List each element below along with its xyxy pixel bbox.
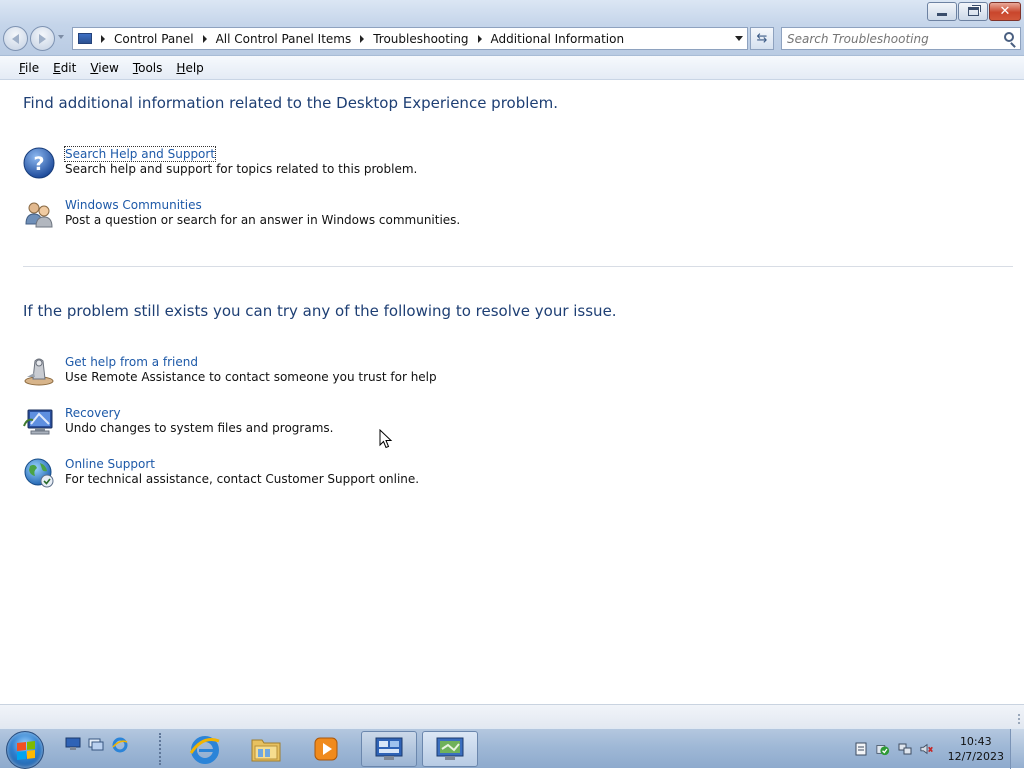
- forward-arrow-icon: [39, 34, 46, 44]
- recent-pages-dropdown[interactable]: [58, 35, 64, 39]
- action-center-flag-icon[interactable]: [854, 742, 868, 756]
- breadcrumb-additional-information[interactable]: Additional Information: [491, 32, 625, 46]
- menu-tools[interactable]: Tools: [126, 61, 170, 75]
- section-divider: [23, 266, 1013, 267]
- online-support-link[interactable]: Online Support: [65, 457, 155, 471]
- task-search-help: ? Search Help and Support Search help an…: [23, 146, 423, 187]
- recovery-icon: [23, 409, 53, 435]
- network-icon[interactable]: [898, 742, 912, 756]
- search-icon[interactable]: [1004, 32, 1014, 42]
- get-help-friend-link[interactable]: Get help from a friend: [65, 355, 198, 369]
- search-help-support-desc: Search help and support for topics relat…: [65, 162, 418, 176]
- online-support-globe-icon: [24, 458, 54, 488]
- close-button[interactable]: ✕: [989, 2, 1021, 21]
- switch-windows-quicklaunch-icon[interactable]: [88, 737, 104, 751]
- chevron-right-icon[interactable]: [101, 34, 105, 43]
- media-player-icon: [314, 737, 338, 761]
- recovery-desc: Undo changes to system files and program…: [65, 421, 334, 435]
- search-input[interactable]: [782, 31, 992, 46]
- search-box[interactable]: [781, 27, 1021, 50]
- menu-file[interactable]: File: [12, 61, 46, 75]
- internet-explorer-icon: [189, 736, 220, 764]
- restore-icon: [967, 7, 979, 16]
- taskbar-windows-explorer[interactable]: [238, 731, 294, 767]
- windows-logo-icon: [17, 741, 35, 760]
- task-windows-communities: Windows Communities Post a question or s…: [23, 198, 460, 238]
- resize-grip[interactable]: [1012, 714, 1020, 724]
- help-question-icon: ?: [23, 147, 55, 179]
- clock-time: 10:43: [959, 735, 992, 748]
- minimize-icon: [937, 13, 947, 16]
- breadcrumb-control-panel[interactable]: Control Panel: [114, 32, 194, 46]
- taskbar-media-player[interactable]: [298, 731, 354, 767]
- control-panel-icon: [375, 737, 403, 760]
- show-desktop-quicklaunch-icon[interactable]: [65, 737, 81, 751]
- start-button[interactable]: [6, 731, 44, 769]
- breadcrumb-all-control-panel-items[interactable]: All Control Panel Items: [216, 32, 352, 46]
- windows-communities-link[interactable]: Windows Communities: [65, 198, 202, 212]
- clock-date: 12/7/2023: [947, 750, 1004, 763]
- show-desktop-button[interactable]: [1010, 729, 1024, 769]
- get-help-friend-desc: Use Remote Assistance to contact someone…: [65, 370, 437, 384]
- windows-communities-desc: Post a question or search for an answer …: [65, 213, 461, 227]
- breadcrumb-troubleshooting[interactable]: Troubleshooting: [373, 32, 468, 46]
- taskbar-troubleshooting[interactable]: [422, 731, 478, 767]
- chevron-right-icon[interactable]: [202, 34, 207, 43]
- menu-help[interactable]: Help: [169, 61, 210, 75]
- menu-bar: File Edit View Tools Help: [0, 56, 1024, 80]
- menu-edit[interactable]: Edit: [46, 61, 83, 75]
- title-bar: ✕ Control Panel All Control Panel Items …: [0, 0, 1024, 56]
- volume-muted-icon[interactable]: [920, 742, 934, 756]
- chevron-right-icon[interactable]: [477, 34, 482, 43]
- restore-button[interactable]: [958, 2, 988, 21]
- refresh-icon: ⇆: [756, 31, 768, 46]
- recovery-link[interactable]: Recovery: [65, 406, 121, 420]
- back-arrow-icon: [12, 34, 19, 44]
- folder-icon: [251, 739, 281, 762]
- taskbar-separator[interactable]: [159, 733, 162, 765]
- caption-buttons: ✕: [927, 2, 1021, 21]
- taskbar: 10:43 12/7/2023: [0, 728, 1024, 769]
- status-bar: [0, 704, 1024, 728]
- taskbar-control-panel[interactable]: [361, 731, 417, 767]
- minimize-button[interactable]: [927, 2, 957, 21]
- task-recovery: Recovery Undo changes to system files an…: [23, 406, 343, 446]
- search-help-support-link[interactable]: Search Help and Support: [63, 146, 217, 162]
- menu-view[interactable]: View: [83, 61, 125, 75]
- svg-text:?: ?: [33, 153, 44, 175]
- taskbar-internet-explorer[interactable]: [177, 731, 233, 767]
- security-check-icon[interactable]: [876, 742, 890, 756]
- navigation-row: Control Panel All Control Panel Items Tr…: [0, 24, 1024, 52]
- control-panel-icon: [78, 33, 92, 44]
- section-heading-additional-info: Find additional information related to t…: [23, 94, 559, 112]
- troubleshooting-monitor-icon: [436, 737, 464, 760]
- forward-button[interactable]: [30, 26, 55, 51]
- mouse-cursor-icon: [379, 429, 393, 449]
- system-clock[interactable]: 10:43 12/7/2023: [948, 734, 1004, 764]
- section-heading-resolve-issue: If the problem still exists you can try …: [23, 302, 617, 320]
- troubleshooting-window: ✕ Control Panel All Control Panel Items …: [0, 0, 1024, 728]
- address-dropdown-icon[interactable]: [735, 36, 743, 41]
- refresh-button[interactable]: ⇆: [750, 27, 774, 50]
- chevron-right-icon[interactable]: [360, 34, 365, 43]
- content-area: Find additional information related to t…: [0, 81, 1024, 703]
- task-online-support: Online Support For technical assistance,…: [23, 457, 419, 497]
- online-support-desc: For technical assistance, contact Custom…: [65, 472, 420, 486]
- internet-explorer-quicklaunch-icon[interactable]: [112, 737, 128, 753]
- system-tray: 10:43 12/7/2023: [854, 729, 1004, 769]
- close-icon: ✕: [999, 4, 1011, 19]
- back-button[interactable]: [3, 26, 28, 51]
- address-bar[interactable]: Control Panel All Control Panel Items Tr…: [72, 27, 748, 50]
- task-get-help-friend: Get help from a friend Use Remote Assist…: [23, 355, 437, 395]
- remote-assistance-icon: [24, 358, 54, 386]
- communities-people-icon: [25, 202, 53, 228]
